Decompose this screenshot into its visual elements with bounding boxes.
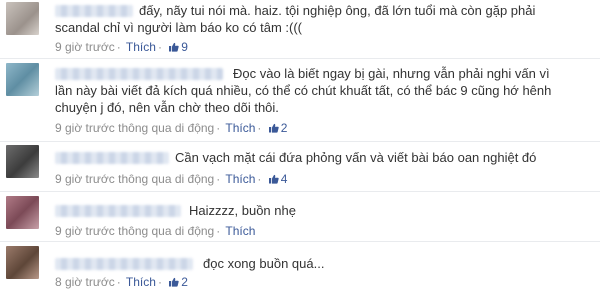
timestamp[interactable]: 8 giờ trước (55, 275, 115, 289)
like-count[interactable]: 2 (281, 121, 288, 135)
thumbs-up-icon (169, 42, 179, 52)
comment-meta: 8 giờ trước · Thích · 2 (55, 275, 188, 289)
divider (0, 241, 600, 242)
via-mobile[interactable]: thông qua di động (118, 172, 214, 186)
via-mobile[interactable]: thông qua di động (118, 224, 214, 238)
like-count[interactable]: 4 (281, 172, 288, 186)
comment-text: Haizzzz, buồn nhẹ (189, 203, 296, 218)
via-mobile[interactable]: thông qua di động (118, 121, 214, 135)
thumbs-up-icon (268, 123, 279, 133)
divider (0, 141, 600, 142)
like-count[interactable]: 9 (181, 40, 188, 54)
comment-text: Cần vạch mặt cái đứa phỏng vấn và viết b… (175, 150, 537, 165)
thumbs-up-icon (169, 277, 179, 287)
comment-meta: 9 giờ trước thông qua di động · Thích · 4 (55, 172, 288, 186)
timestamp[interactable]: 9 giờ trước (55, 172, 115, 186)
timestamp[interactable]: 9 giờ trước (55, 121, 115, 135)
avatar[interactable] (6, 2, 39, 35)
like-count[interactable]: 2 (181, 275, 188, 289)
divider (0, 191, 600, 192)
avatar[interactable] (6, 246, 39, 279)
divider (0, 58, 600, 59)
like-link[interactable]: Thích (225, 172, 255, 186)
like-link[interactable]: Thích (225, 121, 255, 135)
avatar[interactable] (6, 63, 39, 96)
comment-text: Đọc vào là biết ngay bị gài, nhưng vẫn p… (55, 66, 552, 115)
comment-meta: 9 giờ trước · Thích · 9 (55, 40, 188, 54)
like-link[interactable]: Thích (126, 40, 156, 54)
avatar[interactable] (6, 196, 39, 229)
timestamp[interactable]: 9 giờ trước (55, 224, 115, 238)
thumbs-up-icon (268, 174, 279, 184)
comment-text: đọc xong buồn quá... (203, 256, 325, 271)
like-link[interactable]: Thích (126, 275, 156, 289)
comment-meta: 9 giờ trước thông qua di động · Thích (55, 224, 256, 238)
like-link[interactable]: Thích (225, 224, 255, 238)
timestamp[interactable]: 9 giờ trước (55, 40, 115, 54)
comment-text: đấy, nãy tui nói mà. haiz. tội nghiệp ôn… (55, 3, 536, 35)
avatar[interactable] (6, 145, 39, 178)
comment-meta: 9 giờ trước thông qua di động · Thích · 2 (55, 121, 288, 135)
